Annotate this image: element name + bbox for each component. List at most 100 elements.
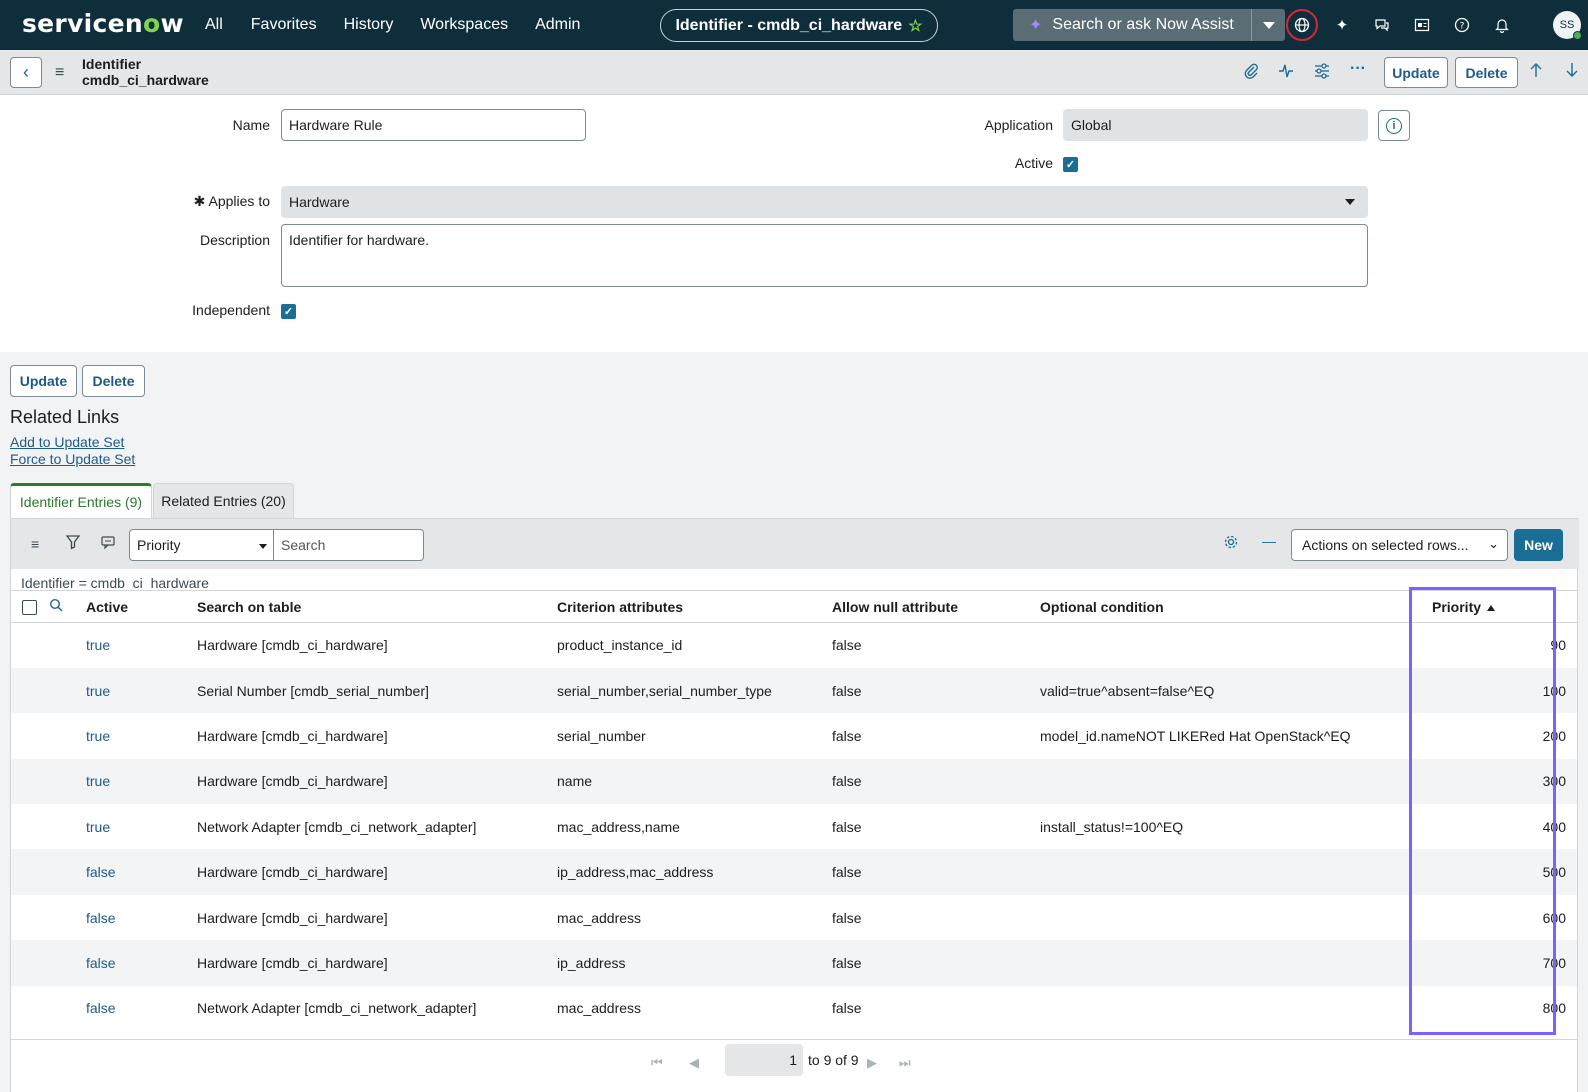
header-delete-button[interactable]: Delete (1455, 57, 1518, 88)
filter-icon[interactable] (65, 534, 81, 553)
active-checkbox[interactable]: ✓ (1063, 157, 1078, 172)
row-spacer-cell (49, 623, 86, 668)
add-to-update-set-link[interactable]: Add to Update Set (10, 434, 124, 450)
search-field-select[interactable]: Priority (129, 529, 274, 561)
activity-icon[interactable] (1278, 62, 1294, 85)
new-button[interactable]: New (1514, 529, 1563, 561)
description-textarea[interactable]: Identifier for hardware. (281, 224, 1368, 287)
next-page-icon[interactable]: ▶ (867, 1055, 877, 1071)
table-row[interactable]: false Network Adapter [cmdb_ci_network_ad… (11, 986, 1577, 1031)
applies-to-select[interactable]: Hardware (281, 186, 1368, 218)
globe-icon[interactable] (1286, 9, 1318, 41)
arrow-down-icon[interactable] (1565, 61, 1579, 84)
header-update-button[interactable]: Update (1384, 57, 1448, 88)
gear-icon[interactable] (1223, 534, 1239, 553)
cell-priority: 100 (1426, 667, 1577, 714)
comment-icon[interactable] (101, 534, 115, 553)
cell-priority: 200 (1542, 727, 1566, 744)
first-page-icon[interactable]: ⏮ (651, 1055, 663, 1071)
cell-active[interactable]: true (86, 804, 197, 849)
actions-select[interactable]: Actions on selected rows... ⌄ (1291, 529, 1508, 561)
chevron-left-icon: ‹ (23, 62, 29, 82)
update-button[interactable]: Update (10, 365, 77, 397)
avatar-initials: SS (1559, 19, 1575, 31)
cell-search-on-table: Network Adapter [cmdb_ci_network_adapter… (197, 818, 477, 835)
name-field[interactable]: Hardware Rule (281, 109, 586, 141)
tab-identifier-entries[interactable]: Identifier Entries (9) (10, 483, 152, 518)
chevron-down-icon (259, 544, 267, 549)
related-links-title: Related Links (10, 407, 120, 427)
force-to-update-set-link[interactable]: Force to Update Set (10, 451, 135, 467)
hamburger-icon[interactable]: ≡ (55, 64, 64, 82)
paperclip-icon[interactable] (1243, 62, 1259, 85)
context-pill[interactable]: Identifier - cmdb_ci_hardware ☆ (660, 9, 938, 42)
news-icon[interactable] (1406, 9, 1438, 41)
tab-related-entries[interactable]: Related Entries (20) (153, 483, 294, 518)
column-header-allow-null[interactable]: Allow null attribute (832, 590, 1040, 623)
nav-favorites[interactable]: Favorites (251, 16, 317, 34)
previous-page-icon[interactable]: ◀ (689, 1055, 699, 1071)
cell-search-on-table: Hardware [cmdb_ci_hardware] (197, 909, 388, 926)
column-header-criterion-attributes[interactable]: Criterion attributes (557, 590, 832, 623)
last-page-icon[interactable]: ⏭ (899, 1055, 911, 1071)
nav-workspaces[interactable]: Workspaces (420, 16, 508, 34)
servicenow-logo[interactable]: servicenow (22, 9, 184, 38)
table-row[interactable]: true Network Adapter [cmdb_ci_network_ada… (11, 804, 1577, 849)
table-row[interactable]: false Hardware [cmdb_ci_hardware] ip_addre… (11, 849, 1577, 895)
column-header-active[interactable]: Active (86, 590, 197, 623)
back-button[interactable]: ‹ (10, 57, 42, 88)
row-spacer-cell (49, 895, 86, 940)
cell-active[interactable]: true (86, 667, 197, 714)
table-row[interactable]: true Hardware [cmdb_ci_hardware] name false… (11, 758, 1577, 805)
cell-criterion-attributes: serial_number (557, 727, 646, 744)
sparkle-icon[interactable]: ✦ (1326, 9, 1358, 41)
star-icon[interactable]: ☆ (908, 16, 922, 36)
application-info-button[interactable]: i (1378, 110, 1410, 141)
identifier-entries-table: Active Search on table Criterion attribu… (11, 590, 1577, 1031)
table-row[interactable]: true Serial Number [cmdb_serial_number] se… (11, 667, 1577, 714)
column-header-optional-condition[interactable]: Optional condition (1040, 590, 1426, 623)
now-assist-search[interactable]: ✦ Search or ask Now Assist (1013, 9, 1285, 41)
list-menu-icon[interactable]: ≡ (31, 536, 39, 552)
cell-priority: 600 (1542, 909, 1566, 926)
cell-active[interactable]: false (86, 895, 197, 940)
cell-criterion-attributes: mac_address (557, 1000, 642, 1017)
more-icon[interactable]: ··· (1350, 60, 1366, 78)
cell-active[interactable]: false (86, 940, 197, 986)
row-checkbox-cell (11, 758, 49, 805)
chat-icon[interactable] (1366, 9, 1398, 41)
cell-active[interactable]: true (86, 713, 197, 758)
list-search-input[interactable]: Search (274, 529, 424, 561)
assist-dropdown-button[interactable] (1251, 9, 1285, 41)
cell-optional-condition (1040, 940, 1426, 986)
minus-icon[interactable]: — (1262, 533, 1276, 549)
avatar[interactable]: SS (1553, 11, 1582, 40)
table-row[interactable]: true Hardware [cmdb_ci_hardware] product_i… (11, 623, 1577, 668)
cell-active[interactable]: false (86, 849, 197, 895)
cell-allow-null: false (832, 818, 862, 835)
table-row[interactable]: false Hardware [cmdb_ci_hardware] mac_addr… (11, 895, 1577, 940)
cell-priority: 500 (1426, 849, 1577, 895)
arrow-up-icon[interactable] (1529, 61, 1543, 84)
independent-checkbox[interactable]: ✓ (281, 304, 296, 319)
search-icon[interactable] (49, 598, 63, 615)
priority-header-label: Priority (1432, 598, 1482, 615)
nav-all[interactable]: All (205, 16, 223, 34)
help-icon[interactable]: ? (1446, 9, 1478, 41)
cell-active[interactable]: false (86, 986, 197, 1031)
column-header-priority[interactable]: Priority (1426, 590, 1577, 623)
page-input[interactable]: 1 (725, 1044, 803, 1076)
breadcrumb[interactable]: Identifier = cmdb_ci_hardware (21, 575, 209, 591)
cell-active[interactable]: true (86, 758, 197, 805)
select-all-checkbox[interactable] (22, 599, 37, 615)
nav-history[interactable]: History (344, 16, 394, 34)
table-row[interactable]: true Hardware [cmdb_ci_hardware] serial_nu… (11, 713, 1577, 758)
column-header-search-on-table[interactable]: Search on table (197, 590, 557, 623)
table-row[interactable]: false Hardware [cmdb_ci_hardware] ip_addre… (11, 940, 1577, 986)
cell-active[interactable]: true (86, 623, 197, 668)
delete-button[interactable]: Delete (82, 365, 145, 397)
bell-icon[interactable] (1486, 9, 1518, 41)
sliders-icon[interactable] (1314, 62, 1330, 85)
cell-optional-condition (1040, 623, 1426, 668)
nav-admin[interactable]: Admin (535, 16, 580, 34)
